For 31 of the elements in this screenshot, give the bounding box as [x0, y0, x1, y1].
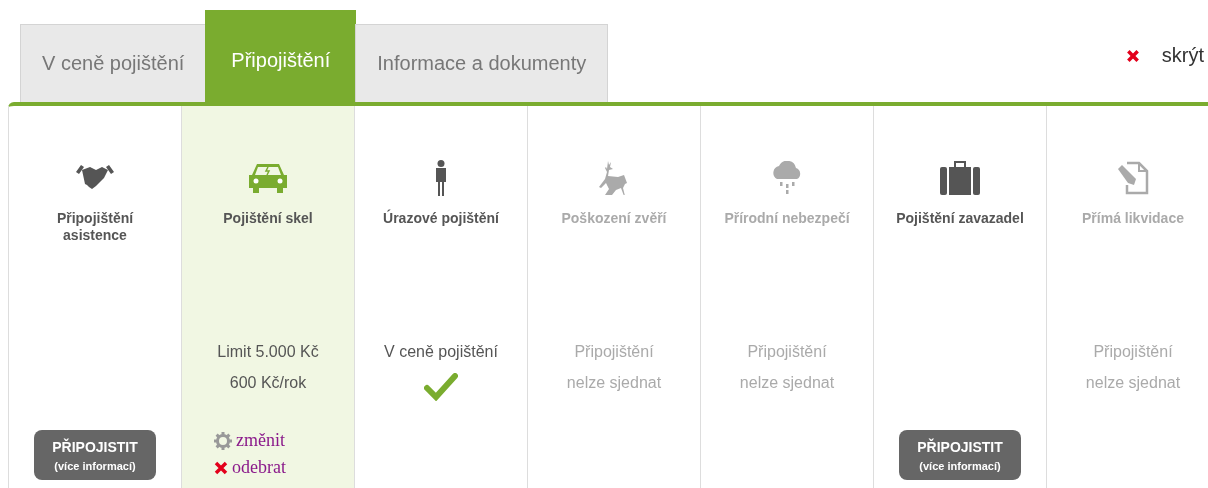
option-title: Připojištění asistence — [55, 210, 135, 244]
option-text: 600 Kč/rok — [229, 373, 307, 393]
suitcase-icon — [940, 161, 980, 195]
option-title: Přímá likvidace — [1082, 210, 1184, 227]
document-pencil-icon — [1117, 161, 1149, 195]
option-text: Připojištění — [747, 342, 827, 362]
option-title: Poškození zvěří — [561, 210, 667, 227]
hide-link[interactable]: skrýt — [1161, 44, 1204, 67]
option-text: nelze sjednat — [739, 373, 835, 393]
option-title: Pojištění zavazadel — [896, 210, 1024, 227]
action-link[interactable]: odebrat — [232, 457, 286, 478]
option-text: Limit 5.000 Kč — [217, 342, 319, 362]
add-insurance-button[interactable]: PŘIPOJISTIT (více informací) — [899, 430, 1021, 480]
tab[interactable]: Informace a dokumenty — [355, 24, 609, 102]
option-text: nelze sjednat — [1085, 373, 1181, 393]
car-icon — [248, 162, 288, 194]
option-title: Pojištění skel — [223, 210, 313, 227]
close-icon[interactable] — [1125, 48, 1140, 63]
option-text: nelze sjednat — [566, 373, 662, 393]
action-link[interactable]: změnit — [236, 430, 285, 451]
option-text: V ceně pojištění — [384, 342, 498, 362]
tab[interactable]: V ceně pojištění — [20, 24, 207, 102]
gear-icon — [214, 431, 232, 450]
remove-icon — [214, 460, 228, 475]
option-title: Přírodní nebezpečí — [724, 210, 850, 227]
option-title: Úrazové pojištění — [383, 210, 499, 227]
option-text: Připojištění — [1093, 342, 1173, 362]
check-icon — [424, 373, 458, 401]
add-insurance-button[interactable]: PŘIPOJISTIT (více informací) — [34, 430, 156, 480]
option-text: Připojištění — [574, 342, 654, 362]
person-icon — [434, 160, 448, 196]
